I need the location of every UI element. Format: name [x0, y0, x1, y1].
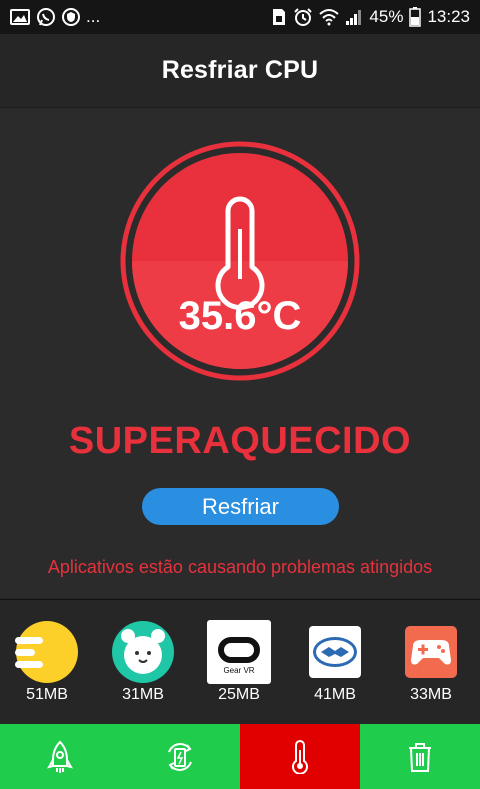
nav-cpu-cooler[interactable]	[240, 724, 360, 789]
rocket-icon	[47, 740, 73, 773]
warning-text: Aplicativos estão causando problemas ati…	[47, 557, 433, 577]
app-bar: Resfriar CPU	[0, 34, 480, 108]
battery-percent: 45%	[369, 7, 404, 26]
app-item[interactable]: 31MB	[103, 620, 183, 710]
status-right: 45% 13:23	[271, 7, 470, 27]
whatsapp-icon	[36, 7, 56, 27]
gallery-icon	[10, 8, 30, 26]
game-controller-app-icon	[405, 626, 457, 678]
status-time: 13:23	[427, 7, 470, 26]
nav-boost[interactable]	[0, 724, 120, 789]
app-list: 51MB 31MB Gear VR 25MB 41MB 33MB	[0, 599, 480, 724]
page-title: Resfriar CPU	[161, 56, 319, 84]
temperature-value: 35.6°C	[178, 294, 302, 338]
overheat-status: SUPERAQUECIDO	[68, 420, 412, 462]
gear-vr-app-icon: Gear VR	[207, 620, 271, 684]
app-item[interactable]: Gear VR 25MB	[199, 620, 279, 710]
gear-vr-label: Gear VR	[223, 666, 254, 675]
nav-cleaner[interactable]	[360, 724, 480, 789]
app-size: 31MB	[122, 686, 164, 703]
thermometer-icon	[292, 739, 308, 774]
app-size: 33MB	[410, 686, 452, 703]
wifi-icon	[319, 8, 340, 26]
app-size: 41MB	[314, 686, 356, 703]
battery-icon	[409, 7, 422, 27]
yellow-app-icon	[15, 621, 78, 683]
signal-icon	[345, 8, 363, 26]
nav-battery-saver[interactable]	[120, 724, 240, 789]
status-bar: ... 45% 13:23	[0, 0, 480, 34]
temperature-gauge	[120, 141, 360, 381]
cool-button[interactable]: Resfriar	[142, 488, 339, 525]
alarm-clock-app-icon	[112, 621, 174, 683]
trash-icon	[409, 742, 431, 772]
mercado-livre-app-icon	[309, 626, 361, 678]
status-left: ...	[10, 7, 100, 27]
bottom-nav	[0, 724, 480, 789]
app-item[interactable]: 33MB	[391, 620, 471, 710]
app-item[interactable]: 41MB	[295, 620, 375, 710]
battery-saver-icon	[168, 742, 192, 771]
sim-icon	[271, 8, 287, 26]
shield-icon	[62, 8, 80, 26]
app-size: 51MB	[26, 686, 68, 703]
app-size: 25MB	[218, 686, 260, 703]
app-item[interactable]: 51MB	[7, 620, 87, 710]
status-dots: ...	[86, 7, 101, 26]
alarm-icon	[293, 7, 313, 27]
